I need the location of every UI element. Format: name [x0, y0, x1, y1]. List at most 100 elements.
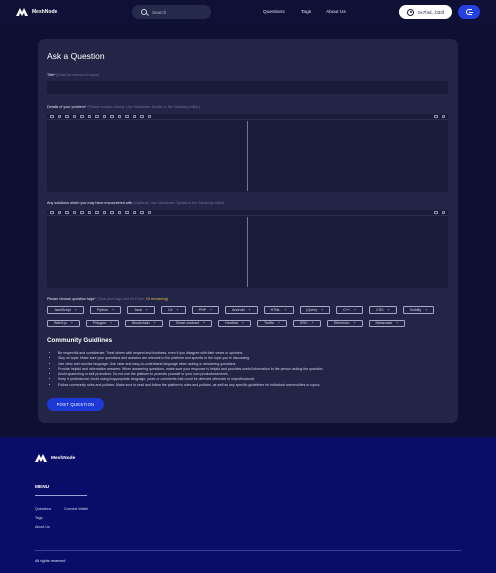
link-icon[interactable] [117, 114, 121, 119]
plus-icon: + [396, 321, 399, 326]
plus-icon: + [112, 307, 115, 312]
wallet-icon [407, 8, 414, 16]
search-input[interactable]: Search [152, 10, 166, 15]
bold-icon[interactable] [57, 114, 61, 119]
preview-icon[interactable] [434, 210, 438, 215]
italic-icon[interactable] [65, 210, 69, 215]
preview-icon[interactable] [434, 114, 438, 119]
copyright-text: All rights reserved [35, 559, 66, 563]
tag-option[interactable]: Python + [89, 306, 122, 314]
page-title: Ask a Question [47, 51, 105, 61]
fullscreen-icon[interactable] [441, 210, 445, 215]
tag-option[interactable]: Ethereum + [326, 319, 363, 327]
tag-option[interactable]: C++ + [336, 306, 364, 314]
solutions-editor[interactable] [47, 210, 448, 288]
footer-divider [35, 550, 461, 551]
undo-icon[interactable] [140, 210, 144, 215]
footer-link-questions[interactable]: Questions [35, 507, 51, 511]
italic-icon[interactable] [65, 114, 69, 119]
tag-option[interactable]: Blockchain + [125, 319, 163, 327]
tag-option[interactable]: ERC + [293, 319, 321, 327]
footer-brand-name: MeshNode [51, 455, 76, 461]
nav-questions[interactable]: Questions [263, 10, 285, 15]
tag-option[interactable]: HTML + [263, 306, 294, 314]
tag-option[interactable]: C# + [160, 306, 186, 314]
tag-option[interactable]: jQuery + [299, 306, 331, 314]
strikethrough-icon[interactable] [80, 114, 84, 119]
undo-icon[interactable] [140, 114, 144, 119]
details-editor[interactable] [47, 114, 448, 192]
brand-name: MeshNode [32, 9, 58, 15]
table-icon[interactable] [132, 114, 136, 119]
bold-icon[interactable] [57, 210, 61, 215]
code-icon[interactable] [110, 210, 114, 215]
footer-menu-divider [35, 495, 87, 496]
ordered-list-icon[interactable] [87, 210, 91, 215]
table-icon[interactable] [132, 210, 136, 215]
footer-link-tags[interactable]: Tags [35, 516, 43, 520]
wallet-address: 0x7f4d...b33f [418, 9, 445, 15]
fullscreen-icon[interactable] [441, 114, 445, 119]
heading-icon[interactable] [50, 114, 54, 119]
plus-icon: + [278, 321, 281, 326]
plus-icon: + [354, 307, 357, 312]
nav-tags[interactable]: Tags [301, 10, 311, 15]
logout-icon [466, 9, 473, 15]
image-icon[interactable] [125, 210, 129, 215]
tag-option[interactable]: Smart contract + [168, 319, 213, 327]
heading-icon[interactable] [50, 210, 54, 215]
logout-button[interactable] [458, 5, 480, 19]
tag-option[interactable]: Hardhat + [218, 319, 252, 327]
quote-icon[interactable] [102, 210, 106, 215]
editor-pane-divider[interactable] [247, 121, 248, 191]
plus-icon: + [241, 321, 245, 326]
tag-option[interactable]: Java + [127, 306, 155, 314]
details-editor-toolbar [47, 114, 448, 120]
tag-option[interactable]: JavaScript + [47, 306, 84, 314]
link-icon[interactable] [117, 210, 121, 215]
unordered-list-icon[interactable] [95, 114, 99, 119]
details-label-text: Details of your problem* [47, 105, 87, 109]
tag-option[interactable]: Polygon + [86, 319, 120, 327]
tag-option[interactable]: PHP + [191, 306, 220, 314]
solutions-label-text: Any solutions which you may have encount… [47, 201, 133, 205]
wallet-button[interactable]: 0x7f4d...b33f [399, 5, 452, 19]
search-bar[interactable]: Search [132, 5, 211, 19]
search-icon [141, 9, 147, 15]
guideline-item: Follow community rules and policies: Mak… [58, 383, 323, 388]
underline-icon[interactable] [72, 114, 76, 119]
plus-icon: + [284, 307, 287, 312]
tag-option[interactable]: Web3.js + [47, 319, 81, 327]
image-icon[interactable] [125, 114, 129, 119]
underline-icon[interactable] [72, 210, 76, 215]
tag-option[interactable]: Truffle + [257, 319, 288, 327]
plus-icon: + [153, 321, 156, 326]
solutions-hint: (Optional. Use Markdown Syntax in the fo… [133, 201, 225, 205]
brand-logo[interactable]: MeshNode [16, 8, 57, 16]
tag-option[interactable]: Android + [225, 306, 258, 314]
guidelines-title: Community Guidlines [47, 337, 113, 344]
unordered-list-icon[interactable] [95, 210, 99, 215]
strikethrough-icon[interactable] [80, 210, 84, 215]
quote-icon[interactable] [102, 114, 106, 119]
plus-icon: + [311, 321, 314, 326]
details-hint: (Please explain clearly. Use Markdown Sy… [87, 105, 200, 109]
tag-list: JavaScript + Python + Java + C# + PHP + Andro… [47, 306, 448, 327]
title-input[interactable] [47, 81, 448, 94]
redo-icon[interactable] [147, 210, 151, 215]
tag-option[interactable]: Solidity + [402, 306, 435, 314]
footer-link-connect-wallet[interactable]: Connect Wallet [64, 507, 88, 511]
code-icon[interactable] [110, 114, 114, 119]
editor-pane-divider[interactable] [247, 217, 248, 287]
footer-logo[interactable]: MeshNode [35, 454, 75, 462]
ordered-list-icon[interactable] [87, 114, 91, 119]
redo-icon[interactable] [147, 114, 151, 119]
tags-remaining: 10 remaining) [145, 297, 169, 301]
tag-option[interactable]: Metamask + [368, 319, 406, 327]
tag-option[interactable]: CSS + [369, 306, 397, 314]
guidelines-list: Be respectful and considerate: Treat oth… [54, 351, 323, 388]
nav-about-us[interactable]: About Us [326, 10, 346, 15]
post-question-button[interactable]: POST QUESTION [47, 398, 104, 411]
footer-link-about-us[interactable]: About Us [35, 525, 50, 529]
plus-icon: + [70, 321, 74, 326]
